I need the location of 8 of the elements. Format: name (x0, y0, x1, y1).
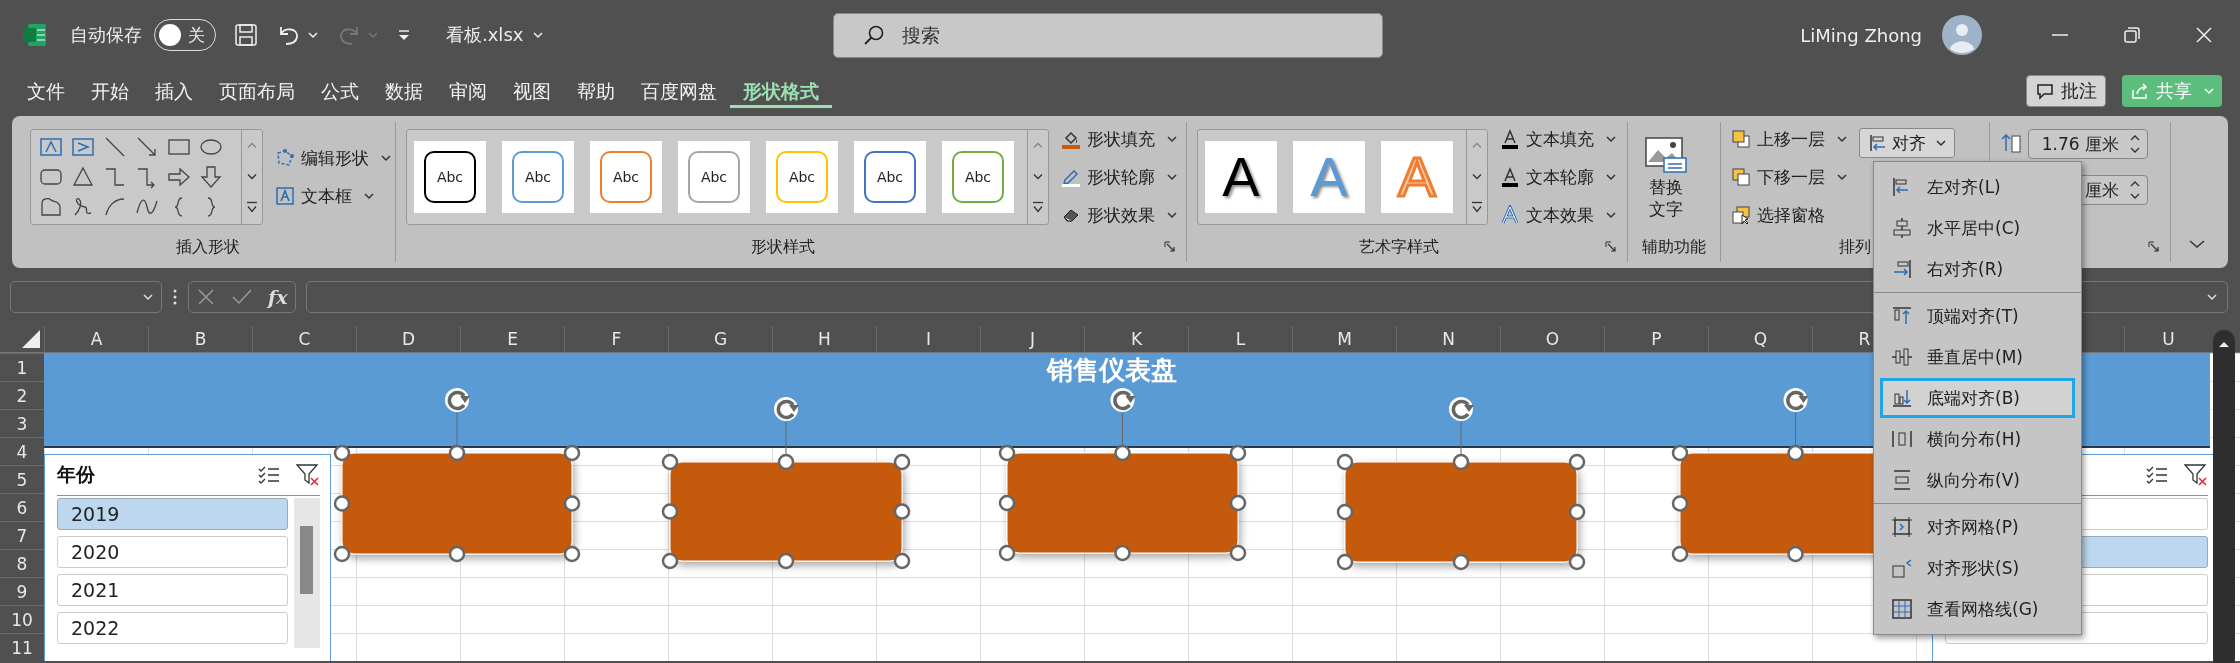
group-label: 形状样式 (750, 236, 816, 258)
group-label: 艺术字样式 (1358, 236, 1440, 258)
group-label: 插入形状 (174, 236, 241, 258)
slicer-title: 年份 (57, 462, 96, 487)
user-name: LiMing Zhong (1800, 24, 1922, 46)
group-label: 排列 (1838, 236, 1872, 258)
autosave-label: 自动保存 (70, 23, 142, 47)
group-label: 辅助功能 (1641, 236, 1707, 258)
